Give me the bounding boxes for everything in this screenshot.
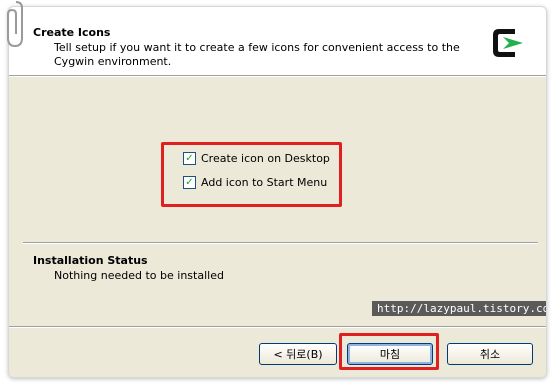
page-title: Create Icons (33, 26, 111, 39)
content-area (9, 77, 546, 377)
finish-button[interactable]: 마침 (347, 343, 433, 365)
back-button[interactable]: < 뒤로(B) (259, 343, 337, 365)
desktop-label: Create icon on Desktop (201, 152, 330, 165)
cygwin-logo-icon (487, 23, 527, 63)
start-menu-checkbox[interactable]: ✓ (183, 176, 196, 189)
header-panel: Create Icons Tell setup if you want it t… (9, 7, 546, 75)
dialog-window: Create Icons Tell setup if you want it t… (8, 6, 547, 378)
option-start-menu[interactable]: ✓ Add icon to Start Menu (183, 176, 327, 189)
desktop-checkbox[interactable]: ✓ (183, 152, 196, 165)
status-text: Nothing needed to be installed (54, 269, 224, 282)
status-divider (23, 242, 538, 244)
start-menu-label: Add icon to Start Menu (201, 176, 328, 189)
button-bar-divider (9, 326, 546, 328)
cancel-button[interactable]: 취소 (447, 343, 533, 365)
watermark-label: http://lazypaul.tistory.com (372, 301, 546, 316)
status-title: Installation Status (33, 254, 148, 267)
paperclip-icon (7, 1, 23, 48)
option-desktop[interactable]: ✓ Create icon on Desktop (183, 152, 330, 165)
page-description: Tell setup if you want it to create a fe… (54, 41, 460, 68)
